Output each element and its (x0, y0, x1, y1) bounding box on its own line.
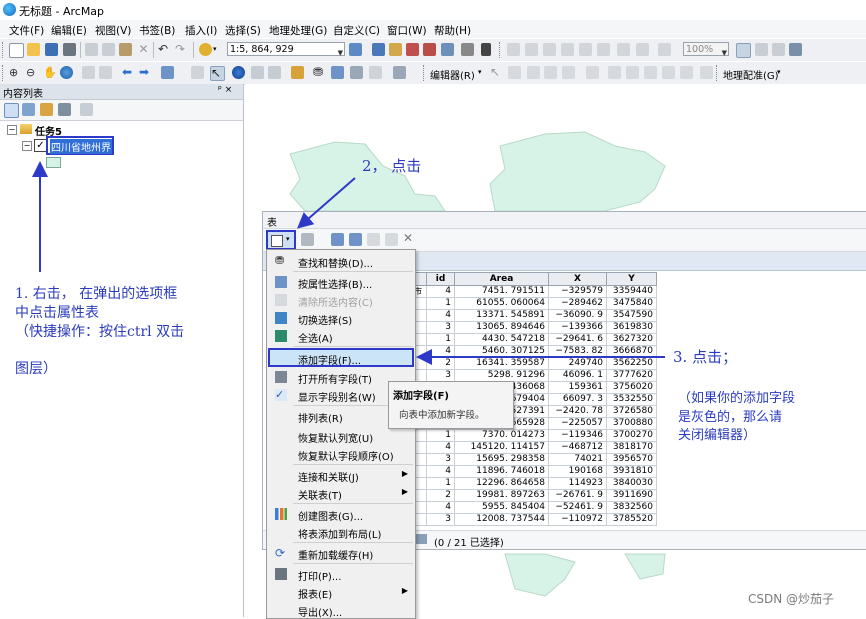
watermark: CSDN @炒茄子 (748, 592, 835, 606)
annotation-note: （如果你的添加字段 (678, 391, 796, 406)
annotation-note: 是灰色的，那么请 (678, 410, 783, 425)
annotation-note: 关闭编辑器） (678, 428, 757, 443)
annotation-step1: 中点击属性表 (15, 305, 99, 321)
arrow-to-table-options (296, 177, 356, 229)
annotation-step1: 图层） (15, 361, 57, 377)
annotation-arrows (32, 161, 665, 365)
annotation-step2: 2， 点击 (362, 157, 422, 175)
annotation-step1: （快捷操作：按住ctrl 双击 (15, 324, 185, 340)
annotation-step1: 1. 右击， 在弹出的选项框 (15, 286, 178, 302)
annotation-step3: 3. 点击； (673, 348, 738, 366)
